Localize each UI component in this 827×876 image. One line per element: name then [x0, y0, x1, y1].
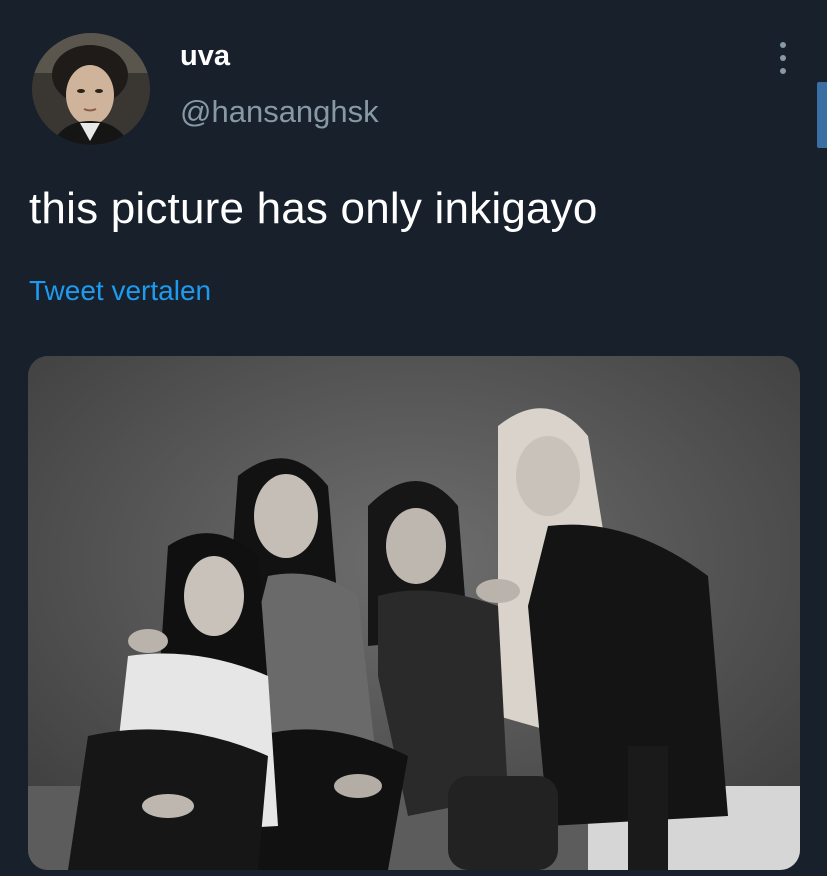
group-photo-image — [28, 356, 800, 870]
tweet-photo[interactable] — [28, 356, 800, 870]
dot — [780, 55, 786, 61]
dot — [780, 68, 786, 74]
scroll-indicator — [817, 82, 827, 148]
avatar-image — [32, 33, 150, 145]
author-display-name[interactable]: uva — [180, 40, 230, 73]
dot — [780, 42, 786, 48]
more-options-icon[interactable] — [770, 38, 796, 78]
author-handle[interactable]: @hansanghsk — [180, 94, 379, 130]
tweet-text: this picture has only inkigayo — [29, 184, 598, 233]
author-avatar[interactable] — [32, 33, 150, 145]
translate-tweet-link[interactable]: Tweet vertalen — [29, 275, 211, 307]
